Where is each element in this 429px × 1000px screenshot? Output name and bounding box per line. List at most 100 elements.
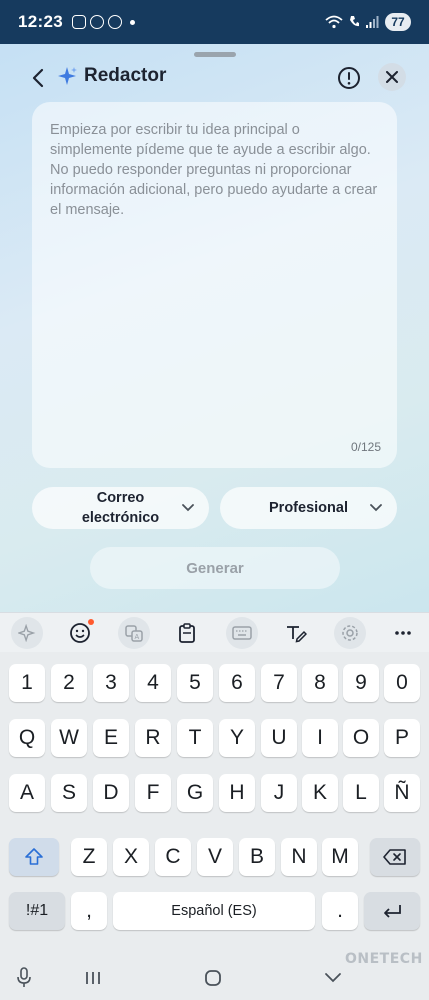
- period-key[interactable]: .: [322, 892, 358, 930]
- call-icon: [350, 16, 359, 27]
- close-icon: [386, 71, 398, 83]
- key-enye[interactable]: Ñ: [384, 774, 420, 812]
- enter-key[interactable]: [364, 892, 420, 930]
- key-5[interactable]: 5: [177, 664, 213, 702]
- settings-button[interactable]: [334, 617, 366, 649]
- key-h[interactable]: H: [219, 774, 255, 812]
- panel-header: Redactor: [0, 58, 429, 98]
- notification-dot: [88, 619, 94, 625]
- key-4[interactable]: 4: [135, 664, 171, 702]
- comma-key[interactable]: ,: [71, 892, 107, 930]
- key-s[interactable]: S: [51, 774, 87, 812]
- keyboard-toolbar: A: [0, 612, 429, 652]
- key-a[interactable]: A: [9, 774, 45, 812]
- key-t[interactable]: T: [177, 719, 213, 757]
- editor-placeholder: Empieza por escribir tu idea principal o…: [50, 122, 378, 218]
- watermark-logo: ONETECH: [345, 951, 423, 967]
- sparkle-icon: [58, 67, 77, 85]
- key-k[interactable]: K: [302, 774, 338, 812]
- home-button[interactable]: [200, 966, 226, 990]
- ai-tools-button[interactable]: [11, 617, 43, 649]
- whatsapp-icon: [89, 15, 104, 29]
- prompt-text-area[interactable]: Empieza por escribir tu idea principal o…: [32, 102, 397, 468]
- clipboard-icon: [179, 623, 195, 643]
- more-horizontal-icon: [395, 631, 411, 635]
- generate-button[interactable]: Generar: [90, 547, 340, 589]
- status-time: 12:23: [18, 12, 63, 31]
- clipboard-button[interactable]: [171, 617, 203, 649]
- key-m[interactable]: M: [322, 838, 358, 876]
- backspace-key[interactable]: [370, 838, 420, 876]
- key-9[interactable]: 9: [343, 664, 379, 702]
- wifi-icon: [325, 15, 343, 29]
- key-8[interactable]: 8: [302, 664, 338, 702]
- key-n[interactable]: N: [281, 838, 317, 876]
- key-p[interactable]: P: [384, 719, 420, 757]
- more-options-button[interactable]: [387, 617, 419, 649]
- app-notification-icon: [107, 15, 122, 29]
- key-z[interactable]: Z: [71, 838, 107, 876]
- key-1[interactable]: 1: [9, 664, 45, 702]
- character-counter: 0/125: [350, 440, 381, 454]
- chevron-left-icon: [32, 68, 44, 88]
- exclamation-circle-icon: [338, 67, 360, 89]
- key-c[interactable]: C: [155, 838, 191, 876]
- key-w[interactable]: W: [51, 719, 87, 757]
- recent-apps-button[interactable]: [80, 966, 106, 990]
- key-g[interactable]: G: [177, 774, 213, 812]
- format-label-line1: Correo: [96, 490, 145, 506]
- key-2[interactable]: 2: [51, 664, 87, 702]
- app-title-group: Redactor: [58, 65, 166, 87]
- key-d[interactable]: D: [93, 774, 129, 812]
- tone-dropdown-label: Profesional: [269, 500, 348, 516]
- shift-key[interactable]: [9, 838, 59, 876]
- key-7[interactable]: 7: [261, 664, 297, 702]
- chevron-down-icon: [325, 973, 341, 983]
- key-y[interactable]: Y: [219, 719, 255, 757]
- chevron-down-icon: [182, 504, 194, 512]
- microphone-icon: [17, 967, 31, 987]
- key-l[interactable]: L: [343, 774, 379, 812]
- key-f[interactable]: F: [135, 774, 171, 812]
- key-v[interactable]: V: [197, 838, 233, 876]
- translate-icon: A: [125, 625, 143, 642]
- gear-icon: [342, 625, 358, 641]
- drag-handle[interactable]: [194, 52, 236, 57]
- translate-button[interactable]: A: [118, 617, 150, 649]
- enter-icon: [384, 905, 401, 918]
- handwriting-button[interactable]: [280, 617, 312, 649]
- key-r[interactable]: R: [135, 719, 171, 757]
- close-button[interactable]: [378, 63, 406, 91]
- keyboard-mode-button[interactable]: [226, 617, 258, 649]
- key-0[interactable]: 0: [384, 664, 420, 702]
- format-label-line2: electrónico: [81, 510, 160, 526]
- key-6[interactable]: 6: [219, 664, 255, 702]
- writer-panel: Redactor Empieza por escribir tu idea pr…: [0, 44, 429, 612]
- voice-input-button[interactable]: [11, 966, 37, 990]
- symbols-key[interactable]: !#1: [9, 892, 65, 930]
- hide-keyboard-button[interactable]: [320, 966, 346, 990]
- format-dropdown[interactable]: Correo electrónico: [32, 487, 209, 529]
- key-u[interactable]: U: [261, 719, 297, 757]
- keyboard-icon: [232, 626, 252, 640]
- chevron-down-icon: [370, 504, 382, 512]
- key-i[interactable]: I: [302, 719, 338, 757]
- recent-apps-icon: [86, 972, 100, 984]
- emoji-button[interactable]: [64, 617, 96, 649]
- app-title: Redactor: [84, 65, 167, 86]
- key-e[interactable]: E: [93, 719, 129, 757]
- key-j[interactable]: J: [261, 774, 297, 812]
- key-b[interactable]: B: [239, 838, 275, 876]
- key-o[interactable]: O: [343, 719, 379, 757]
- keyboard: 1 2 3 4 5 6 7 8 9 0 Q W E R T Y U I O P …: [0, 652, 429, 956]
- sparkle-icon: [18, 624, 36, 642]
- key-q[interactable]: Q: [9, 719, 45, 757]
- key-3[interactable]: 3: [93, 664, 129, 702]
- key-x[interactable]: X: [113, 838, 149, 876]
- back-button[interactable]: [24, 64, 52, 92]
- tone-dropdown[interactable]: Profesional: [220, 487, 397, 529]
- status-bar: 12:23 77: [0, 0, 429, 44]
- format-dropdown-label: Correo electrónico: [82, 488, 159, 528]
- info-button[interactable]: [337, 66, 361, 90]
- space-key[interactable]: Español (ES): [113, 892, 315, 930]
